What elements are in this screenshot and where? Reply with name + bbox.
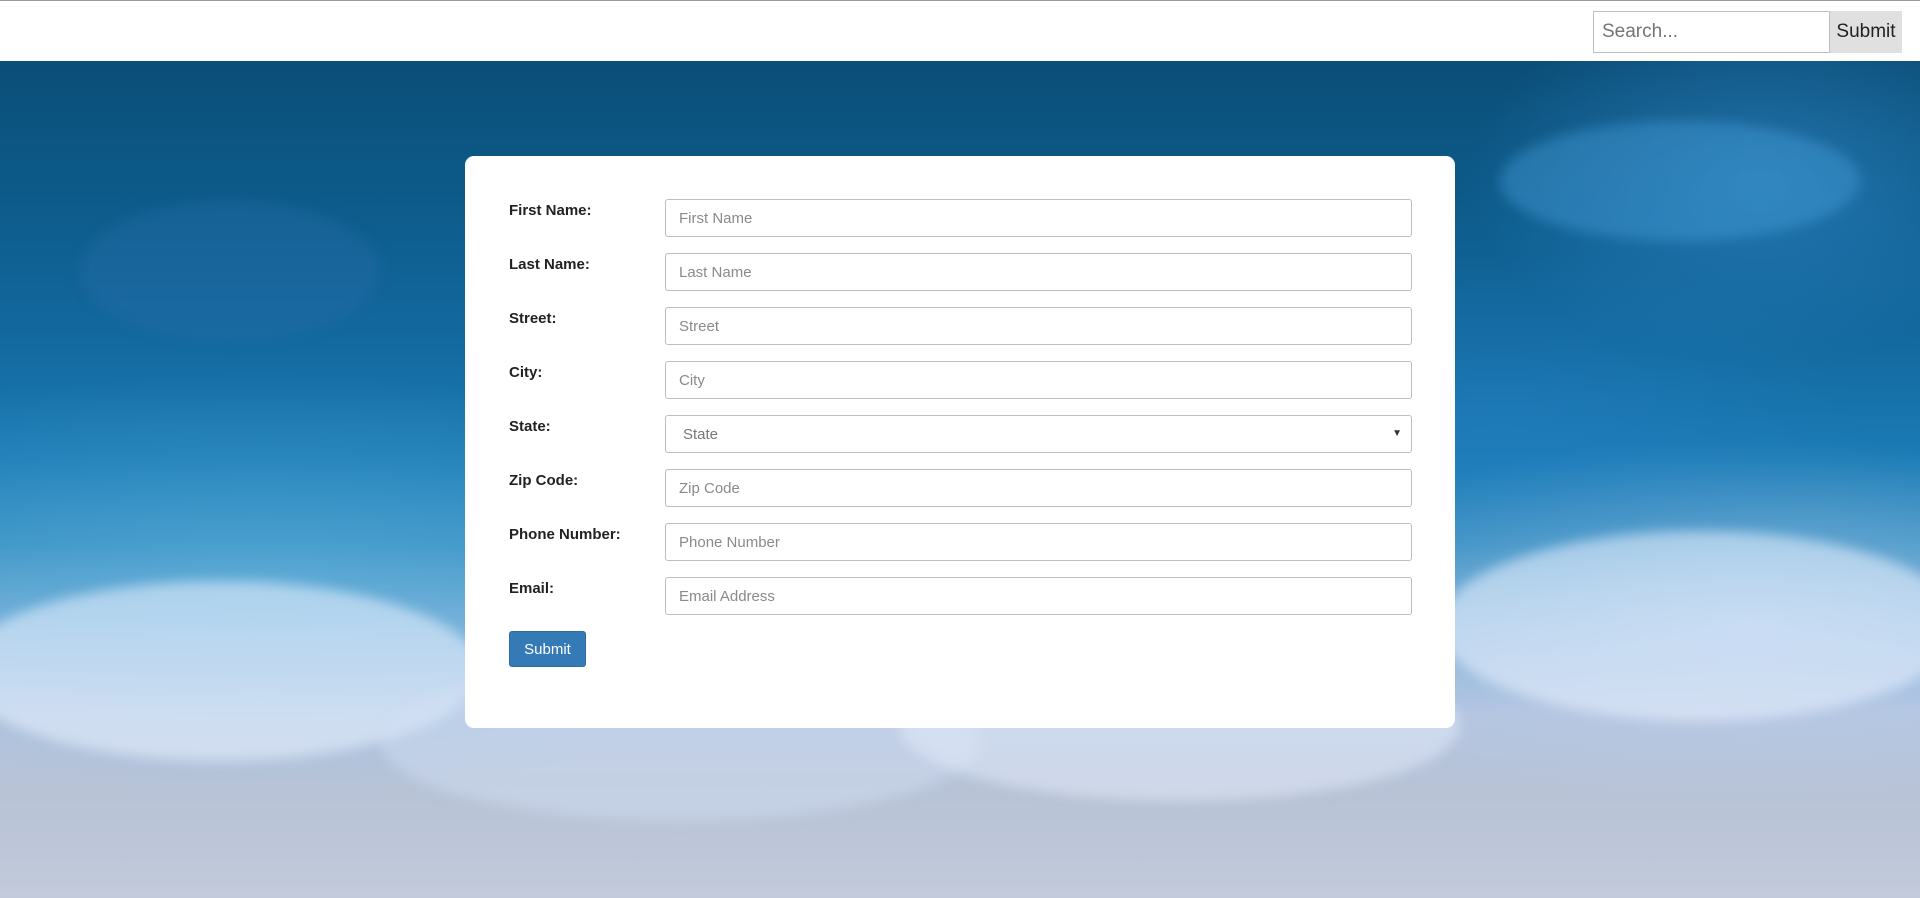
address-form-card: First Name: Last Name: Street: City: Sta… [465, 156, 1455, 728]
email-field[interactable] [665, 577, 1412, 615]
state-label: State: [509, 418, 551, 435]
city-row: City: [509, 361, 1413, 399]
phone-number-label: Phone Number: [509, 526, 621, 543]
city-label: City: [509, 364, 543, 381]
top-navbar: Submit [0, 0, 1920, 61]
ocean-background-image: First Name: Last Name: Street: City: Sta… [0, 61, 1920, 898]
street-row: Street: [509, 307, 1413, 345]
state-select-value: State [683, 426, 719, 443]
search-form: Submit [1593, 11, 1902, 53]
first-name-row: First Name: [509, 199, 1413, 237]
search-submit-button[interactable]: Submit [1830, 11, 1902, 53]
zip-code-label: Zip Code: [509, 472, 579, 489]
email-label: Email: [509, 580, 555, 597]
zip-code-field[interactable] [665, 469, 1412, 507]
street-field[interactable] [665, 307, 1412, 345]
last-name-label: Last Name: [509, 256, 590, 273]
zip-code-row: Zip Code: [509, 469, 1413, 507]
street-label: Street: [509, 310, 557, 327]
first-name-label: First Name: [509, 202, 592, 219]
chevron-down-icon: ▼ [1392, 428, 1402, 439]
state-row: State: State ▼ [509, 415, 1413, 453]
last-name-field[interactable] [665, 253, 1412, 291]
state-select[interactable]: State ▼ [665, 415, 1412, 453]
city-field[interactable] [665, 361, 1412, 399]
first-name-field[interactable] [665, 199, 1412, 237]
last-name-row: Last Name: [509, 253, 1413, 291]
form-submit-button[interactable]: Submit [509, 631, 586, 667]
phone-number-field[interactable] [665, 523, 1412, 561]
email-row: Email: [509, 577, 1413, 615]
phone-number-row: Phone Number: [509, 523, 1413, 561]
search-input[interactable] [1593, 11, 1830, 53]
